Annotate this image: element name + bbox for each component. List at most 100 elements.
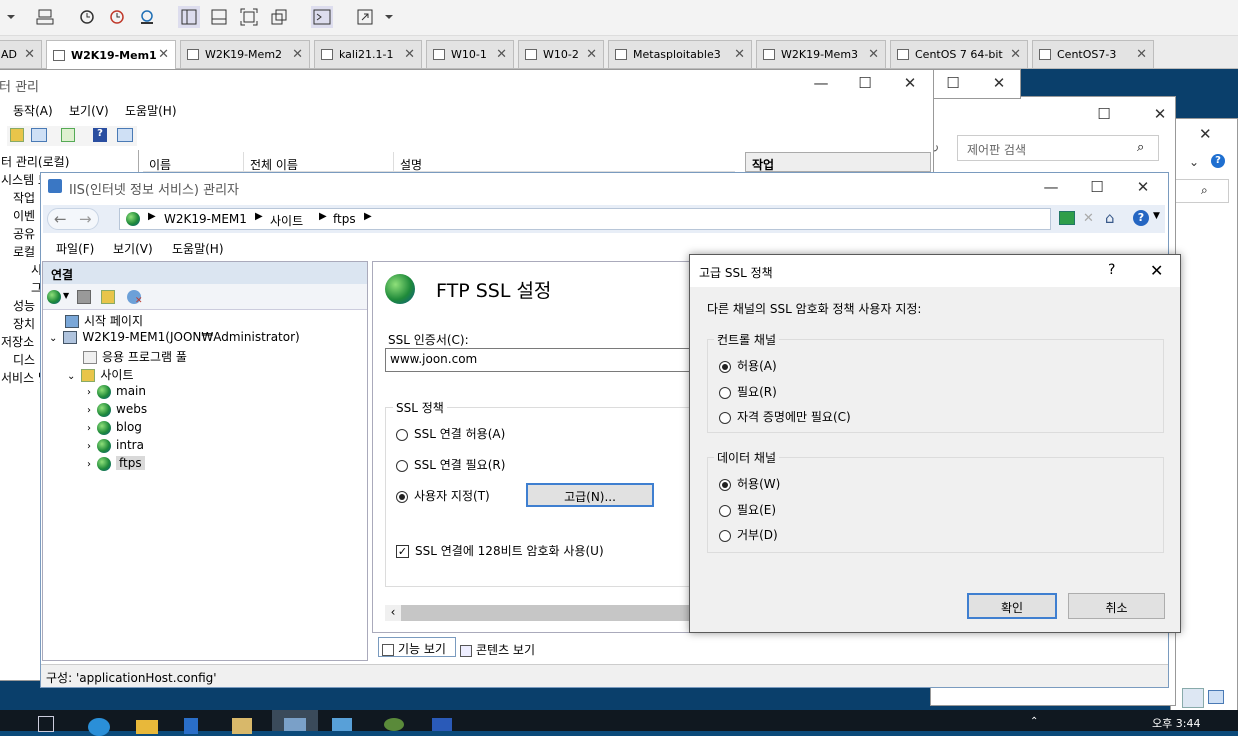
address-bar[interactable]: ▶ W2K19-MEM1 ▶ 사이트 ▶ ftps ▶ (119, 208, 1051, 230)
search-icon[interactable]: ⌕ (1137, 140, 1144, 155)
tree-item[interactable]: 디스 (13, 351, 35, 368)
connect-icon[interactable] (47, 290, 61, 304)
tree-site-intra[interactable]: › intra (87, 438, 144, 453)
menu-help[interactable]: 도움말(H) (172, 240, 224, 257)
tree-server[interactable]: ⌄ W2K19-MEM1(JOON₩Administrator) (49, 330, 300, 344)
radio-button[interactable] (719, 411, 731, 424)
menu-help[interactable]: 도움말(H) (125, 102, 177, 119)
tab-metasploitable3[interactable]: Metasploitable3 ✕ (608, 40, 752, 68)
radio-data-deny[interactable]: 거부(D) (719, 526, 778, 543)
radio-button[interactable] (719, 504, 731, 517)
dns-taskbar-icon[interactable] (432, 718, 452, 731)
radio-button[interactable] (719, 478, 731, 491)
horizontal-scrollbar[interactable]: ‹ (385, 605, 693, 621)
close-icon[interactable]: ✕ (734, 47, 745, 62)
dropdown-arrow-icon[interactable]: ▼ (63, 291, 69, 300)
column-description[interactable]: 설명 (393, 152, 428, 172)
close-icon[interactable]: ✕ (292, 47, 303, 62)
network-icon[interactable] (34, 6, 56, 28)
radio-data-require[interactable]: 필요(E) (719, 501, 776, 518)
close-icon[interactable]: ✕ (868, 47, 879, 62)
refresh-icon[interactable] (1059, 211, 1075, 225)
unity-icon[interactable] (268, 6, 290, 28)
advanced-button[interactable]: 고급(N)... (526, 483, 654, 507)
radio-data-allow[interactable]: 허용(W) (719, 475, 780, 492)
stop-icon[interactable]: ✕ (1083, 211, 1094, 226)
tree-item[interactable]: 작업 (13, 189, 35, 206)
maximize-icon[interactable]: ☐ (938, 74, 968, 92)
details-view-icon[interactable] (1182, 688, 1204, 708)
help-icon[interactable]: ? (93, 128, 107, 142)
snapshot-manager-icon[interactable] (136, 6, 158, 28)
maximize-icon[interactable]: ☐ (850, 74, 880, 92)
column-name[interactable]: 이름 (149, 156, 171, 173)
radio-control-require[interactable]: 필요(R) (719, 383, 777, 400)
tree-item[interactable]: 저장소 (1, 333, 34, 350)
help-icon[interactable]: ? (1211, 154, 1225, 168)
tree-site-webs[interactable]: › webs (87, 402, 147, 417)
dropdown-arrow-icon[interactable] (0, 6, 22, 28)
menu-file[interactable]: 파일(F) (56, 240, 94, 257)
search-taskbar-icon[interactable] (38, 716, 54, 732)
export-icon[interactable] (61, 128, 75, 142)
search-icon[interactable]: ⌕ (1201, 183, 1208, 198)
close-icon[interactable]: ✕ (1199, 125, 1212, 143)
menu-view[interactable]: 보기(V) (69, 102, 109, 119)
tree-item[interactable]: 공유 (13, 225, 35, 242)
tab-kali[interactable]: kali21.1-1 ✕ (314, 40, 422, 68)
large-icons-view-icon[interactable] (1208, 690, 1224, 704)
ok-button[interactable]: 확인 (967, 593, 1057, 619)
help-button[interactable]: ? (1108, 262, 1115, 278)
tab-ad[interactable]: AD ✕ (0, 40, 42, 68)
minimize-icon[interactable]: — (806, 74, 836, 92)
back-icon[interactable]: ← (54, 210, 67, 228)
tree-site-main[interactable]: › main (87, 384, 146, 399)
network-taskbar-icon[interactable] (384, 718, 404, 731)
chevron-up-icon[interactable]: ⌃ (1030, 716, 1038, 727)
radio-ssl-allow[interactable]: SSL 연결 허용(A) (396, 425, 505, 442)
home-icon[interactable]: ⌂ (1105, 209, 1115, 227)
folder-up-icon[interactable] (10, 128, 24, 142)
stretch-dropdown-icon[interactable] (378, 6, 400, 28)
tree-sites[interactable]: ⌄ 사이트 (67, 366, 134, 383)
cert-select[interactable]: www.joon.com (385, 348, 691, 372)
close-icon[interactable]: ✕ (158, 47, 169, 62)
tree-site-blog[interactable]: › blog (87, 420, 142, 435)
close-icon[interactable]: ✕ (586, 47, 597, 62)
tab-w10-1[interactable]: W10-1 ✕ (426, 40, 514, 68)
cancel-button[interactable]: 취소 (1068, 593, 1165, 619)
tree-item[interactable]: 로컬 (13, 243, 35, 260)
radio-custom[interactable]: 사용자 지정(T) (396, 487, 490, 504)
breadcrumb-server[interactable]: W2K19-MEM1 (164, 212, 247, 226)
properties-icon[interactable] (31, 128, 47, 142)
breadcrumb-ftps[interactable]: ftps (333, 212, 356, 226)
close-icon[interactable]: ✕ (895, 74, 925, 92)
tree-start-page[interactable]: 시작 페이지 (65, 312, 143, 329)
stretch-icon[interactable] (354, 6, 376, 28)
chevron-right-icon[interactable]: › (87, 441, 91, 452)
radio-button[interactable] (396, 459, 408, 472)
help-dropdown-icon[interactable]: ▼ (1153, 211, 1160, 221)
maximize-icon[interactable]: ☐ (1089, 105, 1119, 123)
close-icon[interactable]: ✕ (1145, 105, 1175, 123)
save-icon[interactable] (77, 290, 91, 304)
server-manager-icon[interactable] (184, 718, 198, 734)
revert-snapshot-icon[interactable] (106, 6, 128, 28)
ie-icon[interactable] (88, 718, 110, 736)
tab-w10-2[interactable]: W10-2 ✕ (518, 40, 604, 68)
radio-ssl-require[interactable]: SSL 연결 필요(R) (396, 456, 505, 473)
close-icon[interactable]: ✕ (1128, 178, 1158, 196)
menu-view[interactable]: 보기(V) (113, 240, 153, 257)
explorer-icon[interactable] (136, 720, 158, 734)
checkbox[interactable]: ✓ (396, 545, 409, 558)
chevron-right-icon[interactable]: › (87, 459, 91, 470)
radio-button[interactable] (719, 360, 731, 373)
computer-management-icon[interactable] (232, 718, 252, 734)
chevron-down-icon[interactable]: ⌄ (67, 371, 75, 382)
close-icon[interactable]: ✕ (984, 74, 1014, 92)
fullscreen-icon[interactable] (238, 6, 260, 28)
chevron-down-icon[interactable]: ⌄ (1189, 155, 1199, 169)
menu-action[interactable]: 동작(A) (13, 102, 53, 119)
snapshot-icon[interactable] (76, 6, 98, 28)
tree-item[interactable]: 이벤 (13, 207, 35, 224)
